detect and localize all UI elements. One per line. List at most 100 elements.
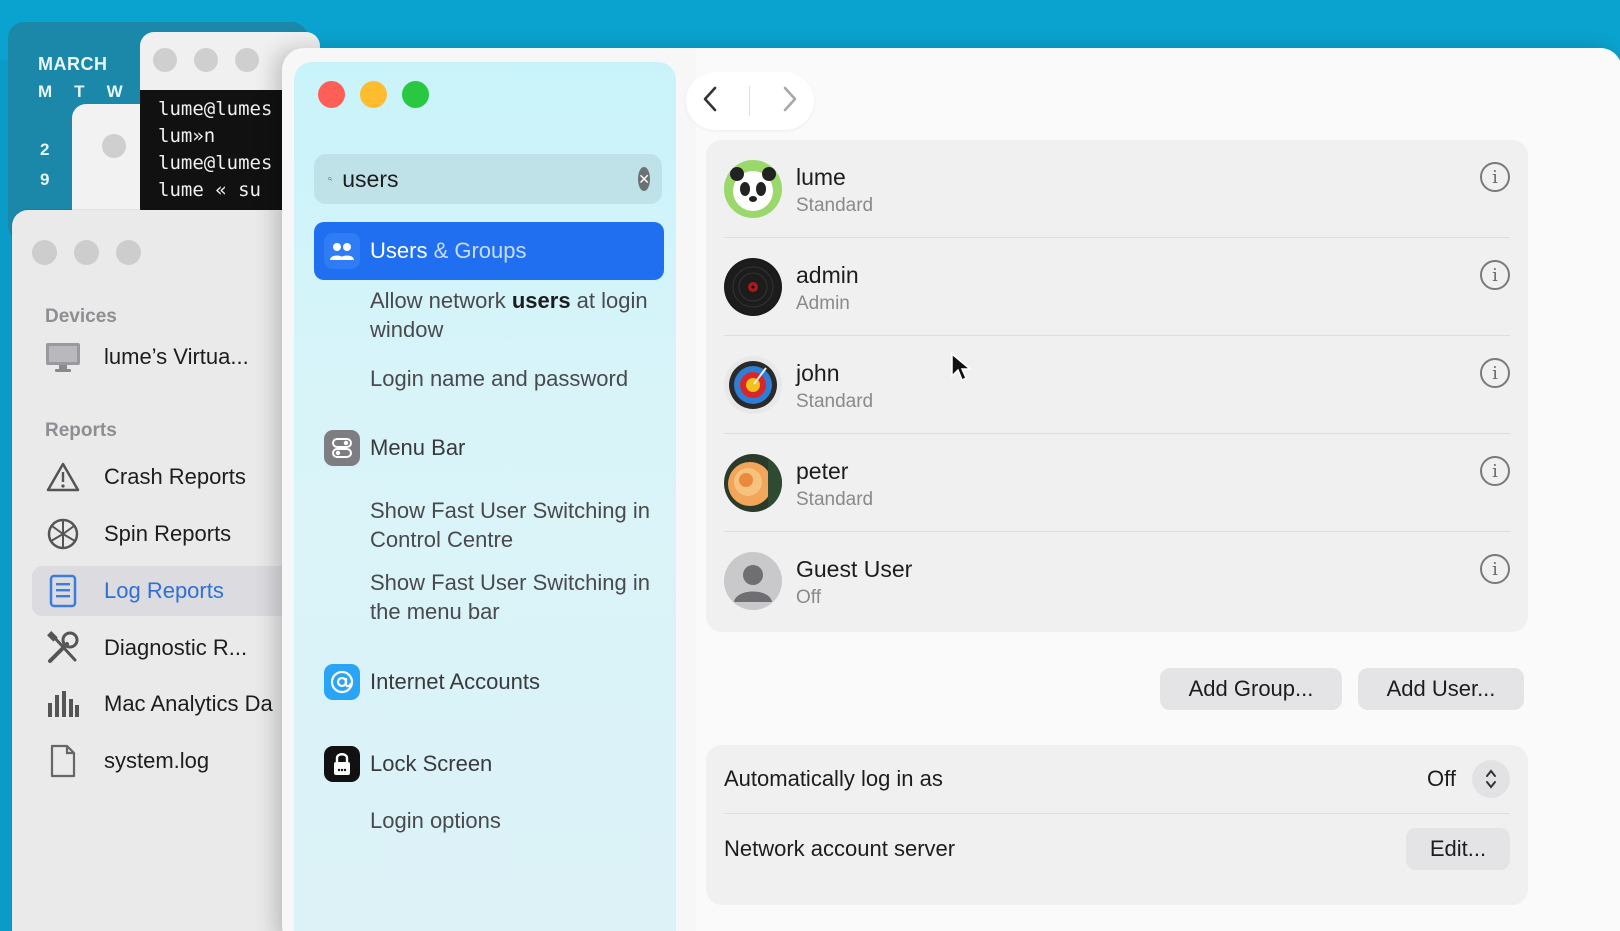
sidebar-item-label: Lock Screen [370, 751, 493, 776]
sidebar-item-users-groups[interactable]: Users & Groups [314, 222, 664, 280]
user-name: john [796, 360, 840, 386]
users-groups-icon [324, 233, 360, 269]
info-icon[interactable]: i [1480, 358, 1510, 388]
info-icon[interactable]: i [1480, 260, 1510, 290]
diagnostic-reports-label: Diagnostic R... [104, 635, 248, 660]
chevron-left-icon [703, 86, 717, 111]
add-group-button[interactable]: Add Group... [1160, 668, 1342, 710]
window-controls [32, 240, 141, 265]
search-result-allow-network-users[interactable]: Allow network users at login window [370, 286, 670, 344]
avatar [724, 356, 782, 414]
chevron-right-icon [783, 86, 797, 111]
avatar [724, 552, 782, 610]
zoom-button[interactable] [116, 240, 141, 265]
user-role: Standard [796, 195, 874, 216]
network-server-label: Network account server [724, 836, 956, 861]
window-control[interactable] [194, 48, 218, 72]
user-row-john[interactable]: john Standard i [724, 336, 1510, 434]
user-name: lume [796, 164, 846, 190]
rose-icon [728, 460, 782, 512]
mac-analytics-item[interactable]: Mac Analytics Da [32, 679, 302, 729]
result-match: users [511, 288, 571, 313]
nav-separator [749, 86, 751, 116]
at-sign-icon [324, 664, 360, 700]
user-row-lume[interactable]: lume Standard i [724, 140, 1510, 238]
avatar [724, 258, 782, 316]
label-rest: & Groups [427, 238, 527, 263]
settings-main-pane: lume Standard i admin Admin i john Stand… [686, 48, 1620, 931]
user-row-guest[interactable]: Guest User Off i [724, 532, 1510, 630]
system-log-label: system.log [104, 748, 210, 773]
user-name: peter [796, 458, 849, 484]
spin-reports-item[interactable]: Spin Reports [32, 509, 302, 559]
minimize-button[interactable] [360, 81, 387, 108]
crash-reports-label: Crash Reports [104, 464, 246, 489]
user-row-peter[interactable]: peter Standard i [724, 434, 1510, 532]
sidebar-item-label: Internet Accounts [370, 669, 540, 694]
mouse-cursor-icon [951, 352, 972, 382]
sidebar-item-menu-bar[interactable]: Menu Bar [314, 426, 664, 470]
console-window: Devices lume’s Virtua... Reports Crash R… [12, 210, 312, 931]
result-text: Allow network [370, 288, 512, 313]
person-icon [734, 565, 772, 602]
label-match: Users [370, 238, 428, 263]
system-settings-window: ✕ Users & Groups Allow network users at … [282, 48, 1620, 931]
search-result-login-name-password[interactable]: Login name and password [370, 364, 670, 393]
warning-icon [42, 456, 84, 498]
popup-stepper-icon[interactable] [1472, 760, 1510, 798]
diagnostic-reports-item[interactable]: Diagnostic R... [32, 623, 302, 673]
panda-icon [730, 167, 776, 211]
search-icon [328, 177, 333, 181]
system-log-item[interactable]: system.log [32, 736, 302, 786]
edit-button[interactable]: Edit... [1406, 828, 1510, 870]
calendar-month: MARCH [38, 54, 108, 74]
window-controls [318, 81, 429, 108]
avatar [724, 454, 782, 512]
close-button[interactable] [318, 81, 345, 108]
log-icon [42, 570, 84, 612]
lock-icon [324, 746, 360, 782]
search-field[interactable]: ✕ [314, 154, 662, 204]
search-result-fast-user-switching-menu-bar[interactable]: Show Fast User Switching in the menu bar [370, 568, 670, 626]
close-button[interactable] [32, 240, 57, 265]
calendar-weekdays: M T W [38, 82, 123, 102]
add-user-button[interactable]: Add User... [1358, 668, 1524, 710]
sidebar-item-label: Menu Bar [370, 435, 466, 460]
info-icon[interactable]: i [1480, 554, 1510, 584]
user-row-admin[interactable]: admin Admin i [724, 238, 1510, 336]
users-list: lume Standard i admin Admin i john Stand… [706, 140, 1528, 632]
search-input[interactable] [342, 165, 639, 193]
log-reports-label: Log Reports [104, 578, 224, 603]
spin-icon [42, 513, 84, 555]
window-control [102, 134, 126, 158]
search-result-login-options[interactable]: Login options [370, 806, 670, 835]
auto-login-label: Automatically log in as [724, 766, 943, 791]
forward-button[interactable] [781, 85, 799, 118]
search-result-fast-user-switching-control-centre[interactable]: Show Fast User Switching in Control Cent… [370, 496, 670, 554]
crash-reports-item[interactable]: Crash Reports [32, 452, 302, 502]
window-control[interactable] [235, 48, 259, 72]
info-icon[interactable]: i [1480, 162, 1510, 192]
analytics-icon [42, 683, 84, 725]
weekday: M [38, 82, 53, 101]
auto-login-row: Automatically log in as Off [724, 745, 1510, 813]
tools-icon [42, 627, 84, 669]
user-name: Guest User [796, 556, 913, 582]
window-control[interactable] [153, 48, 177, 72]
sidebar-item-lock-screen[interactable]: Lock Screen [314, 742, 664, 786]
avatar [724, 160, 782, 218]
device-item[interactable]: lume’s Virtua... [32, 332, 302, 382]
info-icon[interactable]: i [1480, 456, 1510, 486]
user-role: Admin [796, 293, 850, 314]
clear-search-icon[interactable]: ✕ [638, 167, 650, 191]
user-role: Standard [796, 391, 874, 412]
network-server-row: Network account server Edit... [724, 815, 1510, 883]
minimize-button[interactable] [74, 240, 99, 265]
sidebar-item-internet-accounts[interactable]: Internet Accounts [314, 660, 664, 704]
log-reports-item[interactable]: Log Reports [32, 566, 302, 616]
back-button[interactable] [701, 85, 719, 118]
auto-login-value[interactable]: Off [1427, 766, 1456, 792]
calendar-date: 9 [40, 170, 50, 189]
zoom-button[interactable] [402, 81, 429, 108]
vinyl-record-icon [726, 260, 780, 314]
